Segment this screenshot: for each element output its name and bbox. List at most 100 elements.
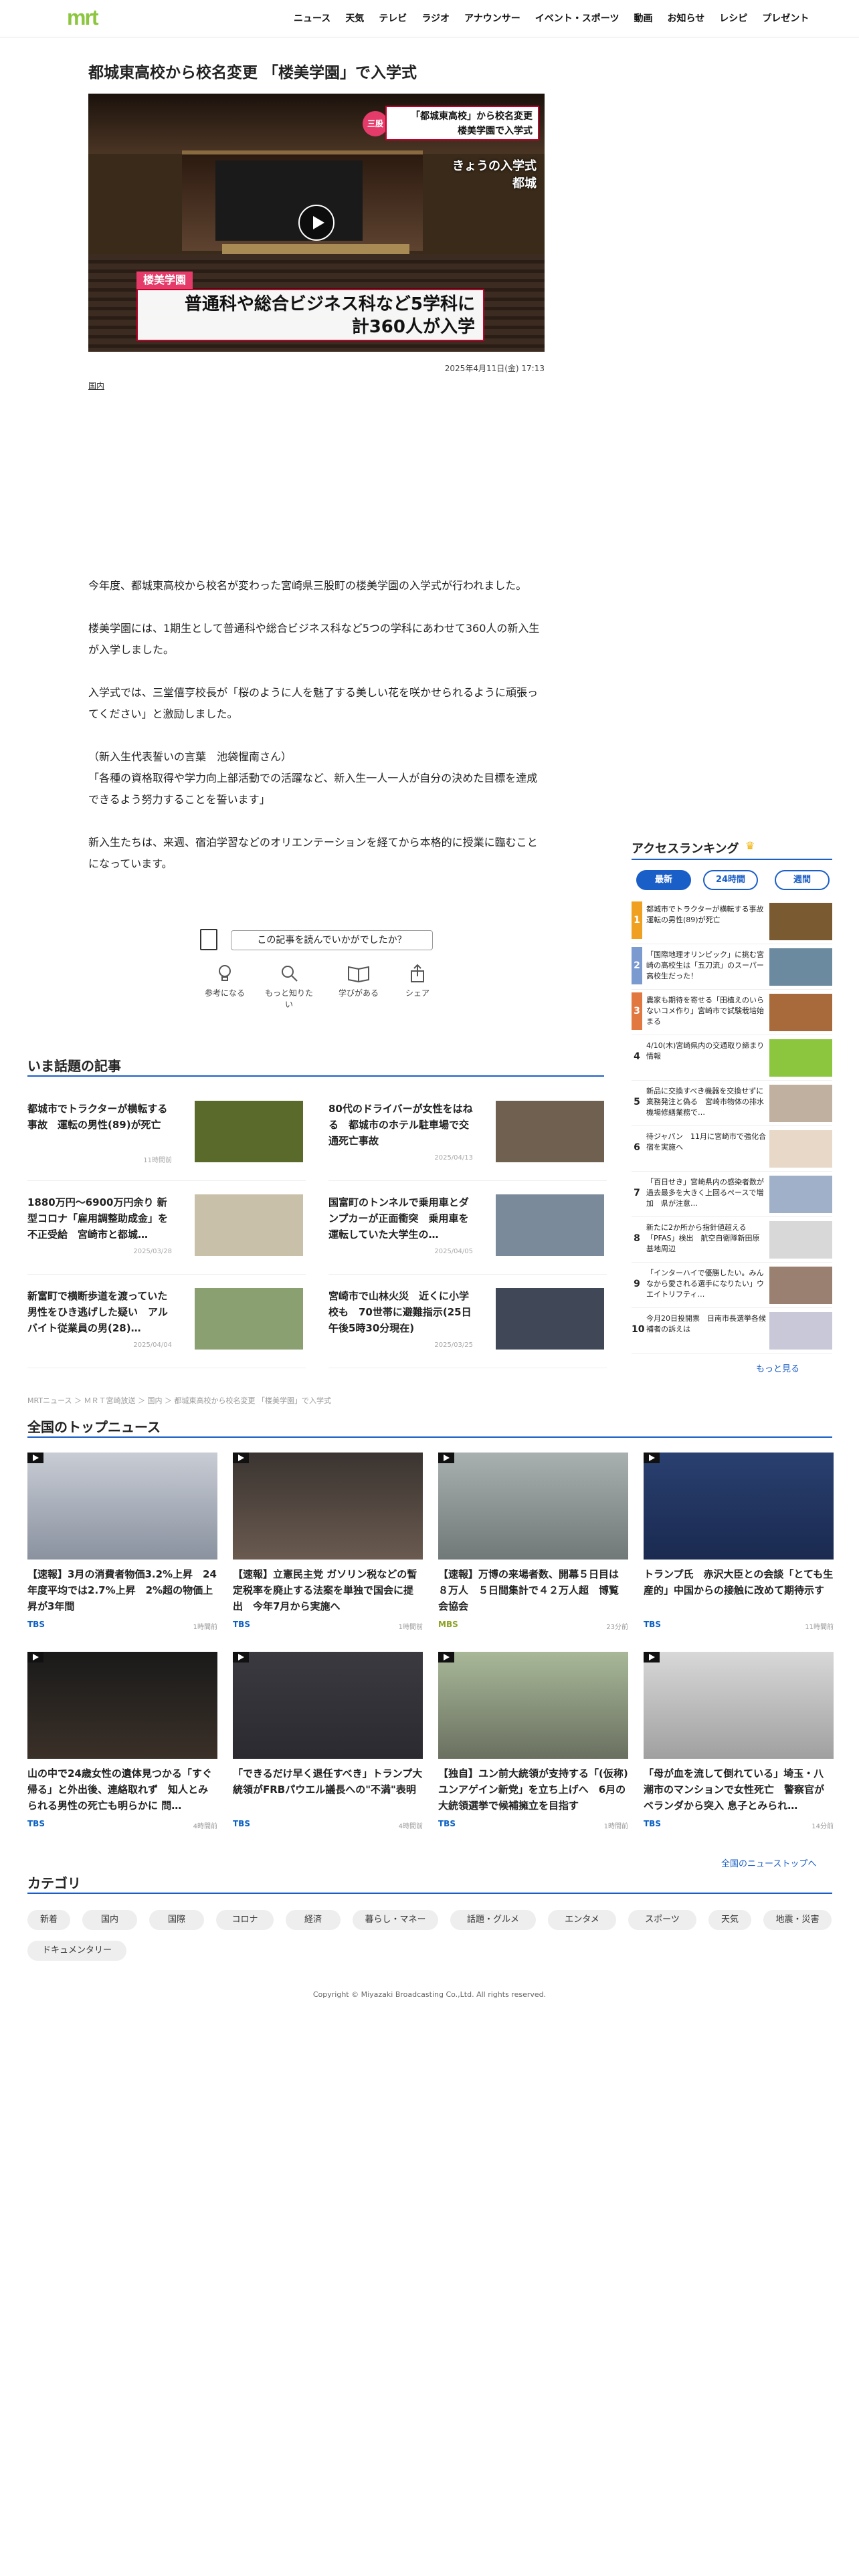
hot-topic-thumbnail: [195, 1288, 303, 1350]
video-icon: [233, 1652, 249, 1662]
hot-topic-item[interactable]: 都城市でトラクターが横転する事故 運転の男性(89)が死亡 11時間前: [27, 1101, 306, 1181]
ranking-thumbnail: [769, 1221, 832, 1259]
nav-present[interactable]: プレゼント: [755, 12, 816, 25]
ranking-thumbnail: [769, 903, 832, 940]
top-news-source: TBS: [438, 1819, 456, 1828]
category-button[interactable]: 天気: [708, 1910, 751, 1930]
hot-topic-thumbnail: [195, 1194, 303, 1256]
hot-topic-thumbnail: [496, 1194, 604, 1256]
category-button[interactable]: 新着: [27, 1910, 70, 1930]
category-button[interactable]: 暮らし・マネー: [353, 1910, 438, 1930]
nav-announcer[interactable]: アナウンサー: [457, 12, 528, 25]
hot-topic-item[interactable]: 80代のドライバーが女性をはねる 都城市のホテル駐車場で交通死亡事故 2025/0…: [328, 1101, 607, 1181]
top-news-time: 4時間前: [398, 1823, 423, 1830]
top-news-source: TBS: [27, 1620, 45, 1629]
hot-topic-headline: 都城市でトラクターが横転する事故 運転の男性(89)が死亡: [27, 1103, 168, 1131]
nav-tv[interactable]: テレビ: [371, 12, 414, 25]
feedback-helpful-button[interactable]: 参考になる: [198, 963, 252, 998]
ranking-headline: 「百日せき」宮崎県内の感染者数が過去最多を大きく上回るペースで増加 県が注意…: [646, 1178, 764, 1208]
ranking-tab-latest[interactable]: 最新: [636, 870, 691, 890]
category-button[interactable]: コロナ: [216, 1910, 274, 1930]
top-news-item[interactable]: トランプ氏 赤沢大臣との会談「とても生産的」中国からの接触に改めて期待示す TBS…: [644, 1453, 834, 1646]
top-news-item[interactable]: 【速報】3月の消費者物価3.2%上昇 24年度平均では2.7%上昇 2%超の物価…: [27, 1453, 217, 1646]
nav-weather[interactable]: 天気: [338, 12, 371, 25]
nav-info[interactable]: お知らせ: [660, 12, 712, 25]
top-news-thumbnail: [644, 1453, 834, 1560]
top-news-item[interactable]: 「母が血を流して倒れている」埼玉・八潮市のマンションで女性死亡 警察官がベランダ…: [644, 1652, 834, 1846]
feedback-helpful-label: 参考になる: [204, 988, 245, 998]
top-news-item[interactable]: 山の中で24歳女性の遺体見つかる「すぐ帰る」と外出後、連絡取れず 知人とみられる…: [27, 1652, 217, 1846]
ranking-item[interactable]: 8 新たに2か所から指針値超える「PFAS」検出 航空自衛隊新田原基地周辺: [632, 1220, 832, 1263]
ranking-item[interactable]: 10 今月20日投開票 日南市長選挙各候補者の訴えは: [632, 1311, 832, 1354]
ranking-title: アクセスランキング: [632, 842, 739, 856]
ranking-thumbnail: [769, 1130, 832, 1168]
ranking-item[interactable]: 7 「百日せき」宮崎県内の感染者数が過去最多を大きく上回るペースで増加 県が注意…: [632, 1174, 832, 1217]
ranking-tab-weekly[interactable]: 週間: [775, 870, 830, 890]
top-news-thumbnail: [644, 1652, 834, 1759]
share-label: シェア: [405, 988, 430, 998]
category-button[interactable]: スポーツ: [628, 1910, 696, 1930]
feedback-more-label: もっと知りたい: [264, 988, 313, 1009]
ranking-item[interactable]: 4 4/10(木)宮崎県内の交通取り締まり情報: [632, 1038, 832, 1081]
top-news-item[interactable]: 【独自】ユン前大統領が支持する「(仮称) ユンアゲイン新党」を立ち上げへ 6月の…: [438, 1652, 628, 1846]
hot-topic-thumbnail: [195, 1101, 303, 1162]
hot-topic-item[interactable]: 新富町で横断歩道を渡っていた男性をひき逃げした疑い アルバイト従業員の男(28)…: [27, 1288, 306, 1368]
category-button[interactable]: 地震・災害: [763, 1910, 832, 1930]
ranking-item[interactable]: 2 「国際地理オリンピック」に挑む宮崎の高校生は「五刀流」のスーパー高校生だった！: [632, 947, 832, 990]
ranking-item[interactable]: 1 都城市でトラクターが横転する事故 運転の男性(89)が死亡: [632, 901, 832, 944]
nav-radio[interactable]: ラジオ: [414, 12, 457, 25]
ranking-tab-24h[interactable]: 24時間: [703, 870, 758, 890]
ranking-headline: 新たに2か所から指針値超える「PFAS」検出 航空自衛隊新田原基地周辺: [646, 1223, 760, 1253]
top-news-divider: [27, 1436, 832, 1438]
ranking-item[interactable]: 5 新品に交換すべき機器を交換せずに業務発注と偽る 宮崎市物体の排水機場修繕業務で…: [632, 1083, 832, 1126]
nav-video[interactable]: 動画: [627, 12, 660, 25]
top-news-time: 14分前: [812, 1823, 834, 1830]
article-category-link[interactable]: 国内: [88, 380, 104, 391]
top-news-headline: 山の中で24歳女性の遺体見つかる「すぐ帰る」と外出後、連絡取れず 知人とみられる…: [27, 1767, 212, 1812]
hot-topic-item[interactable]: 国富町のトンネルで乗用車とダンプカーが正面衝突 乗用車を運転していた大学生の… 2…: [328, 1194, 607, 1275]
top-news-more-link[interactable]: 全国のニューストップへ: [721, 1856, 816, 1869]
article-paragraph: 入学式では、三堂僖亨校長が「桜のように人を魅了する美しい花を咲かせられるように頑…: [88, 686, 539, 720]
top-news-headline: 【速報】立憲民主党 ガソリン税などの暫定税率を廃止する法案を単独で国会に提出 今…: [233, 1568, 417, 1612]
video-icon: [644, 1652, 660, 1662]
video-icon: [438, 1652, 454, 1662]
top-news-time: 4時間前: [193, 1823, 217, 1830]
ranking-headline: 新品に交換すべき機器を交換せずに業務発注と偽る 宮崎市物体の排水機場修繕業務で…: [646, 1087, 764, 1117]
feedback-more-button[interactable]: もっと知りたい: [262, 963, 316, 1010]
top-news-item[interactable]: 【速報】万博の来場者数、開幕５日目は８万人 ５日間集計で４２万人超 博覧会協会 M…: [438, 1453, 628, 1646]
ranking-item[interactable]: 6 待ジャパン 11月に宮崎市で強化合宿を実施へ: [632, 1129, 832, 1172]
hot-topic-headline: 1880万円〜6900万円余り 新型コロナ「雇用調整助成金」を不正受給 宮崎市と…: [27, 1196, 169, 1241]
ranking-headline: 「国際地理オリンピック」に挑む宮崎の高校生は「五刀流」のスーパー高校生だった！: [646, 950, 764, 980]
ranking-headline: 都城市でトラクターが横転する事故 運転の男性(89)が死亡: [646, 905, 767, 924]
hot-topics-divider: [27, 1075, 604, 1077]
ranking-more-link[interactable]: もっと見る: [756, 1362, 799, 1374]
ranking-item[interactable]: 9 「インターハイで優勝したい。みんなから愛される選手になりたい」ウエイトリフティ…: [632, 1265, 832, 1308]
feedback-learn-button[interactable]: 学びがある: [332, 963, 385, 998]
top-news-item[interactable]: 「できるだけ早く退任すべき」トランプ大統領がFRBパウエル議長への"不満"表明 T…: [233, 1652, 423, 1846]
share-button[interactable]: シェア: [391, 963, 444, 998]
category-button[interactable]: 話題・グルメ: [450, 1910, 536, 1930]
video-player[interactable]: 三股 「都城東高校」から校名変更 楼美学園で入学式 きょうの入学式 都城 楼美学…: [88, 94, 545, 352]
category-button[interactable]: 国際: [149, 1910, 204, 1930]
category-button[interactable]: 国内: [82, 1910, 137, 1930]
category-button[interactable]: 経済: [286, 1910, 341, 1930]
top-news-item[interactable]: 【速報】立憲民主党 ガソリン税などの暫定税率を廃止する法案を単独で国会に提出 今…: [233, 1453, 423, 1646]
top-news-thumbnail: [438, 1453, 628, 1560]
play-button[interactable]: [298, 205, 335, 241]
hot-topic-item[interactable]: 1880万円〜6900万円余り 新型コロナ「雇用調整助成金」を不正受給 宮崎市と…: [27, 1194, 306, 1275]
hot-topic-date: 2025/04/04: [133, 1341, 172, 1349]
lightbulb-icon: [219, 965, 231, 981]
ranking-thumbnail: [769, 1312, 832, 1350]
ranking-headline: 4/10(木)宮崎県内の交通取り締まり情報: [646, 1041, 765, 1061]
breadcrumb[interactable]: MRTニュース ＞ ＭＲＴ宮崎放送 ＞ 国内 ＞ 都城東高校から校名変更 「楼美…: [27, 1395, 331, 1406]
top-news-time: 1時間前: [603, 1823, 628, 1830]
site-header: mrt ニュース 天気 テレビ ラジオ アナウンサー イベント・スポーツ 動画 …: [0, 0, 859, 37]
category-button[interactable]: エンタメ: [548, 1910, 616, 1930]
category-button[interactable]: ドキュメンタリー: [27, 1941, 126, 1961]
ranking-item[interactable]: 3 農家も期待を寄せる「田植えのいらないコメ作り」宮崎市で試験栽培始まる: [632, 992, 832, 1035]
site-logo[interactable]: mrt: [67, 7, 110, 28]
nav-events[interactable]: イベント・スポーツ: [528, 12, 627, 25]
nav-recipe[interactable]: レシピ: [712, 12, 755, 25]
nav-news[interactable]: ニュース: [286, 12, 338, 25]
hot-topic-item[interactable]: 宮崎市で山林火災 近くに小学校も 70世帯に避難指示(25日午後5時30分現在)…: [328, 1288, 607, 1368]
